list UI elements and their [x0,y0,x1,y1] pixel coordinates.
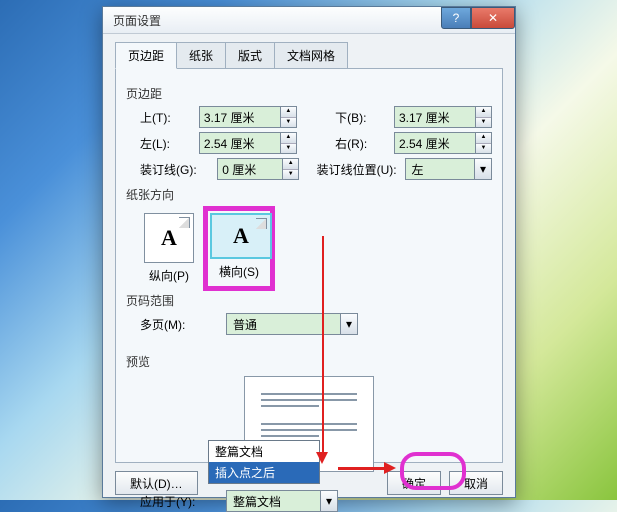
page-setup-dialog: 页面设置 ? ✕ 页边距 纸张 版式 文档网格 页边距 上(T): ▲▼ 下(B… [102,6,516,498]
apply-to-select[interactable]: 整篇文档 ▾ [226,490,338,512]
portrait-label: 纵向(P) [140,267,198,284]
apply-to-label: 应用于(Y): [126,493,220,510]
apply-to-dropdown[interactable]: 整篇文档 插入点之后 [208,440,320,484]
gutter-input[interactable] [218,159,282,179]
left-label: 左(L): [126,135,193,152]
top-input[interactable] [200,107,280,127]
spin-down-icon[interactable]: ▼ [476,118,491,128]
close-button[interactable]: ✕ [471,7,515,29]
multipage-select[interactable]: 普通 ▾ [226,313,358,335]
multipage-label: 多页(M): [126,316,220,333]
gutter-pos-select[interactable]: 左 ▾ [405,158,492,180]
margins-group-title: 页边距 [126,85,492,102]
right-input[interactable] [395,133,475,153]
gutter-label: 装订线(G): [126,161,211,178]
spin-up-icon[interactable]: ▲ [283,159,298,170]
titlebar[interactable]: 页面设置 ? ✕ [103,7,515,34]
preview-group-title: 预览 [126,353,492,370]
spin-up-icon[interactable]: ▲ [476,133,491,144]
spin-down-icon[interactable]: ▼ [283,170,298,180]
spin-down-icon[interactable]: ▼ [476,144,491,154]
multipage-value: 普通 [227,316,340,333]
pages-group-title: 页码范围 [126,292,492,309]
portrait-icon: A [144,213,194,263]
dropdown-option-selected[interactable]: 插入点之后 [209,462,319,483]
landscape-label: 横向(S) [210,263,268,280]
bottom-label: 下(B): [321,109,388,126]
tab-strip: 页边距 纸张 版式 文档网格 [115,42,503,69]
tab-layout[interactable]: 版式 [225,42,275,68]
top-spinner[interactable]: ▲▼ [199,106,297,128]
right-label: 右(R): [321,135,388,152]
orientation-group-title: 纸张方向 [126,186,492,203]
left-spinner[interactable]: ▲▼ [199,132,297,154]
help-button[interactable]: ? [441,7,471,29]
spin-up-icon[interactable]: ▲ [281,133,296,144]
spin-down-icon[interactable]: ▼ [281,118,296,128]
top-label: 上(T): [126,109,193,126]
bottom-spinner[interactable]: ▲▼ [394,106,492,128]
spin-up-icon[interactable]: ▲ [281,107,296,118]
gutter-pos-label: 装订线位置(U): [317,161,399,178]
chevron-down-icon[interactable]: ▾ [340,314,357,334]
chevron-down-icon[interactable]: ▾ [320,491,337,511]
left-input[interactable] [200,133,280,153]
gutter-spinner[interactable]: ▲▼ [217,158,299,180]
spin-down-icon[interactable]: ▼ [281,144,296,154]
tab-paper[interactable]: 纸张 [176,42,226,68]
bottom-input[interactable] [395,107,475,127]
window-title: 页面设置 [113,12,441,29]
tab-grid[interactable]: 文档网格 [274,42,348,68]
dropdown-option[interactable]: 整篇文档 [209,441,319,462]
landscape-icon: A [210,213,272,259]
chevron-down-icon[interactable]: ▾ [474,159,491,179]
right-spinner[interactable]: ▲▼ [394,132,492,154]
orientation-portrait[interactable]: A 纵向(P) [140,213,198,284]
apply-to-value: 整篇文档 [227,493,320,510]
tab-margins[interactable]: 页边距 [115,42,177,69]
spin-up-icon[interactable]: ▲ [476,107,491,118]
gutter-pos-value: 左 [406,161,474,178]
orientation-landscape[interactable]: A 横向(S) [210,213,268,284]
